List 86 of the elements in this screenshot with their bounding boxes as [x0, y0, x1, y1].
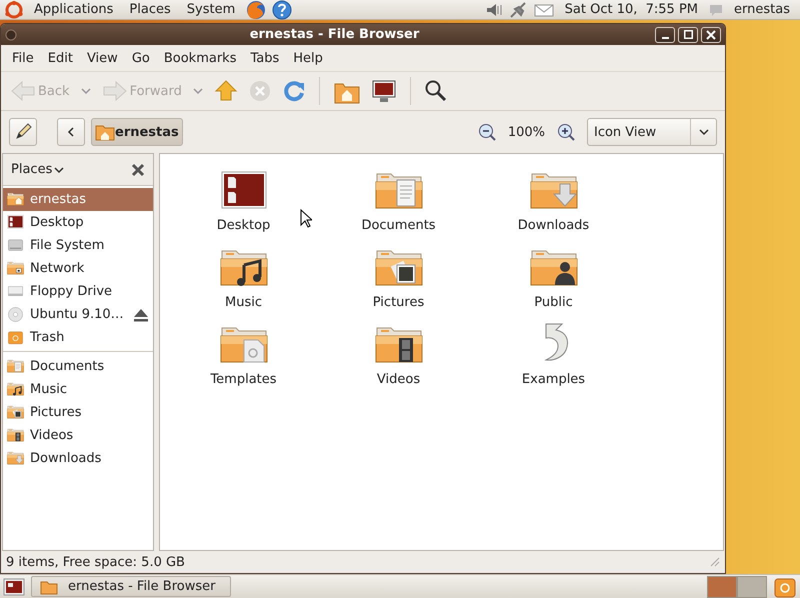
resize-grip-icon	[710, 557, 720, 567]
zoom-out-icon[interactable]	[478, 123, 496, 141]
edit-location-button[interactable]	[9, 118, 37, 146]
sidebar-item[interactable]: Documents	[3, 355, 153, 378]
panel-menu[interactable]: Places	[123, 2, 177, 17]
right-arrow-icon	[102, 79, 128, 103]
workspace-cell[interactable]	[737, 576, 767, 598]
caret-icon	[54, 166, 64, 174]
view-dropdown[interactable]: Icon View	[587, 118, 717, 146]
close-icon	[706, 30, 716, 40]
menu-item[interactable]: Edit	[40, 50, 80, 66]
trash-icon	[7, 329, 24, 346]
clock[interactable]: Sat Oct 10, 7:55 PM	[558, 2, 704, 17]
download-folder-icon	[7, 450, 24, 467]
file-name[interactable]: Videos	[376, 372, 420, 387]
pencil-icon	[13, 122, 33, 142]
minimize-icon	[662, 37, 668, 39]
sidebar-item[interactable]: Videos	[3, 424, 153, 447]
file-name[interactable]: Music	[225, 295, 262, 310]
ubuntu-logo-icon	[4, 0, 24, 18]
task-button[interactable]: ernestas - File Browser	[31, 576, 231, 597]
sidebar-item[interactable]: Floppy Drive	[3, 280, 153, 303]
panel-menu[interactable]: System	[180, 2, 242, 17]
help-icon[interactable]	[271, 0, 294, 20]
trash-icon[interactable]	[773, 576, 797, 598]
status-text: 9 items, Free space: 5.0 GB	[6, 554, 186, 570]
reload-icon	[282, 79, 306, 103]
user-name[interactable]: ernestas	[728, 2, 796, 17]
left-chevron-icon	[66, 126, 76, 138]
sidebar-item[interactable]: Trash	[3, 326, 153, 349]
eject-icon[interactable]	[133, 308, 149, 322]
mail-icon	[532, 2, 555, 18]
menu-item[interactable]: View	[80, 50, 125, 66]
sidebar-item[interactable]: File System	[3, 234, 153, 257]
zoom-in-icon[interactable]	[557, 123, 575, 141]
mouse-pointer-icon	[300, 209, 312, 228]
desktop-icon	[7, 214, 24, 231]
window-title: ernestas - File Browser	[248, 27, 420, 42]
menu-item[interactable]: File	[5, 50, 41, 66]
sidebar-item[interactable]: Pictures	[3, 401, 153, 424]
file-name[interactable]: Public	[534, 295, 573, 310]
file-name[interactable]: Desktop	[216, 218, 270, 233]
sidebar-item[interactable]: Music	[3, 378, 153, 401]
sidebar-item[interactable]: ernestas	[3, 188, 153, 211]
disc-icon	[7, 306, 24, 323]
path-button[interactable]: ernestas	[91, 118, 183, 146]
window-menu-icon	[5, 28, 17, 40]
file-name[interactable]: Downloads	[518, 218, 590, 233]
search-icon	[424, 79, 448, 103]
path-back-button[interactable]	[57, 118, 85, 146]
document-folder-icon	[7, 358, 24, 375]
menu-item[interactable]: Go	[124, 50, 157, 66]
menu-item[interactable]: Help	[286, 50, 330, 66]
sidebar-item[interactable]: Network	[3, 257, 153, 280]
maximize-icon	[684, 30, 692, 39]
up-arrow-icon	[214, 79, 238, 103]
menu-item[interactable]: Tabs	[243, 50, 286, 66]
file-name[interactable]: Templates	[210, 372, 277, 387]
close-icon[interactable]	[131, 162, 145, 176]
minimize-button[interactable]	[655, 26, 675, 42]
sidebar-item[interactable]: Ubuntu 9.10…	[3, 303, 153, 326]
sidebar-item[interactable]: Downloads	[3, 447, 153, 470]
show-desktop-icon[interactable]	[3, 576, 25, 596]
panel-menu[interactable]: Applications	[28, 2, 120, 17]
drive-icon	[7, 237, 24, 254]
stop-icon	[248, 79, 272, 103]
menu-item[interactable]: Bookmarks	[156, 50, 244, 66]
music-folder-icon	[7, 381, 24, 398]
network-folder-icon	[7, 260, 24, 277]
home-folder-icon	[7, 191, 24, 208]
close-button[interactable]	[701, 26, 721, 42]
file-name[interactable]: Examples	[522, 372, 586, 387]
home-folder-icon	[95, 123, 115, 141]
film-folder-icon	[7, 427, 24, 444]
folder-icon	[40, 578, 58, 594]
sidebar-item[interactable]: Desktop	[3, 211, 153, 234]
volume-icon	[484, 2, 503, 18]
left-arrow-icon	[10, 79, 36, 103]
file-name[interactable]: Pictures	[372, 295, 424, 310]
maximize-button[interactable]	[678, 26, 698, 42]
monitor-icon	[370, 79, 397, 103]
workspace-cell[interactable]	[707, 576, 737, 598]
picture-folder-icon	[7, 404, 24, 421]
zoom-level: 100%	[506, 124, 546, 140]
globe-icon[interactable]	[245, 0, 268, 20]
file-name[interactable]: Documents	[361, 218, 436, 233]
